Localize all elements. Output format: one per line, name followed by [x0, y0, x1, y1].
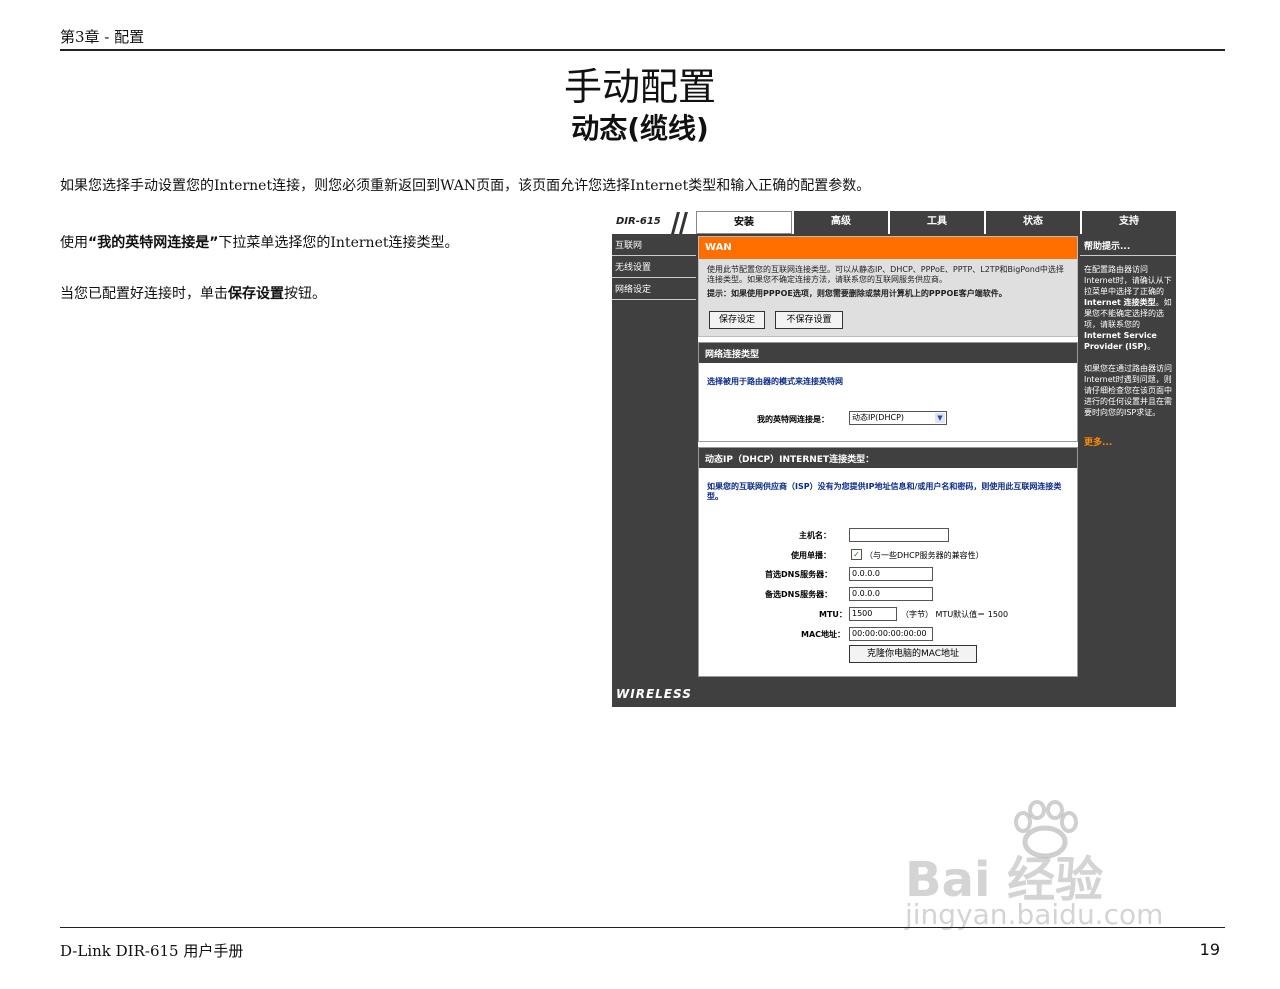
router-screenshot: DIR-615 安装 高级 工具 状态 支持 互联网 无线设置 网络设定 WAN… — [612, 211, 1176, 707]
connection-type-label: 我的英特网连接是： — [757, 415, 829, 424]
instruction-1-pre: 使用 — [60, 235, 88, 251]
router-sidebar: 互联网 无线设置 网络设定 — [612, 234, 696, 677]
dhcp-title: 动态IP（DHCP）INTERNET连接类型： — [699, 448, 1077, 468]
router-tabs: 安装 高级 工具 状态 支持 — [696, 211, 1176, 234]
instruction-2-pre: 当您已配置好连接时，单击 — [60, 286, 228, 302]
connection-type-select[interactable]: 动态IP(DHCP) ▼ — [849, 411, 947, 425]
sidebar-item-internet[interactable]: 互联网 — [612, 234, 696, 256]
tab-support[interactable]: 支持 — [1080, 211, 1176, 234]
page-number: 19 — [1199, 940, 1220, 959]
clone-mac-button[interactable]: 克隆你电脑的MAC地址 — [849, 645, 977, 663]
help-text-2: 如果您在通过路由器访问Internet时遇到问题，则请仔细检查您在该页面中进行的… — [1084, 364, 1172, 417]
hostname-label: 主机名： — [799, 531, 831, 540]
dhcp-section: 动态IP（DHCP）INTERNET连接类型： 如果您的互联网供应商（ISP）没… — [698, 447, 1078, 677]
unicast-checkbox[interactable]: ✓ — [851, 549, 862, 560]
wan-description: 使用此节配置您的互联网连接类型。可以从静态IP、DHCP、PPPoE、PPTP、… — [707, 265, 1064, 284]
page-title: 手动配置 — [563, 65, 716, 109]
baidu-watermark: Bai 经验 jingyan.baidu.com — [905, 800, 1205, 940]
footer-manual-name: D-Link DIR-615 用户手册 — [60, 942, 244, 960]
hostname-input[interactable] — [849, 528, 949, 542]
help-text-1c: 。 — [1147, 342, 1156, 351]
tab-setup[interactable]: 安装 — [696, 211, 792, 234]
help-title: 帮助提示... — [1080, 236, 1176, 256]
help-bold-2: Internet Service Provider (ISP) — [1084, 331, 1157, 351]
chapter-header: 第3章 - 配置 — [60, 28, 145, 46]
tab-status[interactable]: 状态 — [984, 211, 1080, 234]
instruction-2: 当您已配置好连接时，单击保存设置按钮。 — [60, 283, 326, 303]
intro-paragraph: 如果您选择手动设置您的Internet连接，则您必须重新返回到WAN页面，该页面… — [60, 178, 871, 194]
router-footer-wireless: WIRELESS — [612, 679, 1176, 707]
router-main-panel: WAN 使用此节配置您的互联网连接类型。可以从静态IP、DHCP、PPPoE、P… — [698, 236, 1078, 677]
mac-label: MAC地址： — [801, 630, 846, 639]
unicast-note: （与一些DHCP服务器的兼容性） — [865, 551, 984, 560]
instruction-2-bold: 保存设置 — [228, 286, 284, 302]
mtu-label: MTU： — [819, 610, 847, 619]
connection-type-value: 动态IP(DHCP) — [852, 413, 905, 422]
instruction-1: 使用“我的英特网连接是”下拉菜单选择您的Internet连接类型。 — [60, 232, 458, 252]
router-logo: DIR-615 — [616, 216, 661, 227]
sidebar-item-network[interactable]: 网络设定 — [612, 278, 696, 300]
wan-section: WAN 使用此节配置您的互联网连接类型。可以从静态IP、DHCP、PPPoE、P… — [698, 236, 1078, 337]
instruction-1-post: 下拉菜单选择您的Internet连接类型。 — [218, 235, 459, 251]
secondary-dns-input[interactable]: 0.0.0.0 — [849, 587, 933, 601]
mac-input[interactable]: 00:00:00:00:00:00 — [849, 627, 933, 641]
page-subtitle: 动态(缆线) — [571, 112, 709, 145]
help-panel: 帮助提示... 在配置路由器访问Internet时，请确认从下拉菜单中选择了正确… — [1080, 236, 1176, 677]
sidebar-item-wireless[interactable]: 无线设置 — [612, 256, 696, 278]
instruction-2-post: 按钮。 — [284, 286, 326, 302]
help-text-1a: 在配置路由器访问Internet时，请确认从下拉菜单中选择了正确的 — [1084, 265, 1172, 296]
tab-tools[interactable]: 工具 — [888, 211, 984, 234]
mtu-input[interactable]: 1500 — [849, 607, 897, 621]
primary-dns-input[interactable]: 0.0.0.0 — [849, 567, 933, 581]
unicast-label: 使用单播： — [791, 551, 831, 560]
help-bold-1: Internet 连接类型 — [1084, 298, 1156, 307]
chevron-down-icon: ▼ — [935, 413, 945, 423]
tab-advanced[interactable]: 高级 — [792, 211, 888, 234]
help-text-1: 在配置路由器访问Internet时，请确认从下拉菜单中选择了正确的 Interne… — [1080, 256, 1176, 355]
top-divider — [60, 49, 1225, 51]
mtu-note: （字节） MTU默认值＝ 1500 — [901, 610, 1009, 619]
connection-type-section: 网络连接类型 选择被用于路由器的模式来连接英特网 我的英特网连接是： 动态IP(… — [698, 342, 1078, 442]
dont-save-button[interactable]: 不保存设置 — [775, 311, 843, 329]
bottom-divider — [60, 927, 1225, 928]
connection-type-description: 选择被用于路由器的模式来连接英特网 — [707, 377, 843, 386]
primary-dns-label: 首选DNS服务器： — [765, 570, 833, 579]
connection-type-title: 网络连接类型 — [699, 343, 1077, 363]
logo-slash-icon — [679, 212, 688, 234]
router-logo-area: DIR-615 — [612, 211, 696, 234]
secondary-dns-label: 备选DNS服务器： — [765, 590, 833, 599]
logo-slash-icon — [671, 212, 680, 234]
help-more-link[interactable]: 更多... — [1080, 421, 1176, 448]
dhcp-description: 如果您的互联网供应商（ISP）没有为您提供IP地址信息和/或用户名和密码，则使用… — [707, 482, 1062, 501]
wan-hint: 提示：如果使用PPPOE选项，则您需要删除或禁用计算机上的PPPOE客户端软件。 — [707, 289, 1007, 298]
save-settings-button[interactable]: 保存设定 — [709, 311, 765, 329]
wan-title: WAN — [699, 237, 1077, 259]
instruction-1-bold: “我的英特网连接是” — [88, 235, 219, 251]
